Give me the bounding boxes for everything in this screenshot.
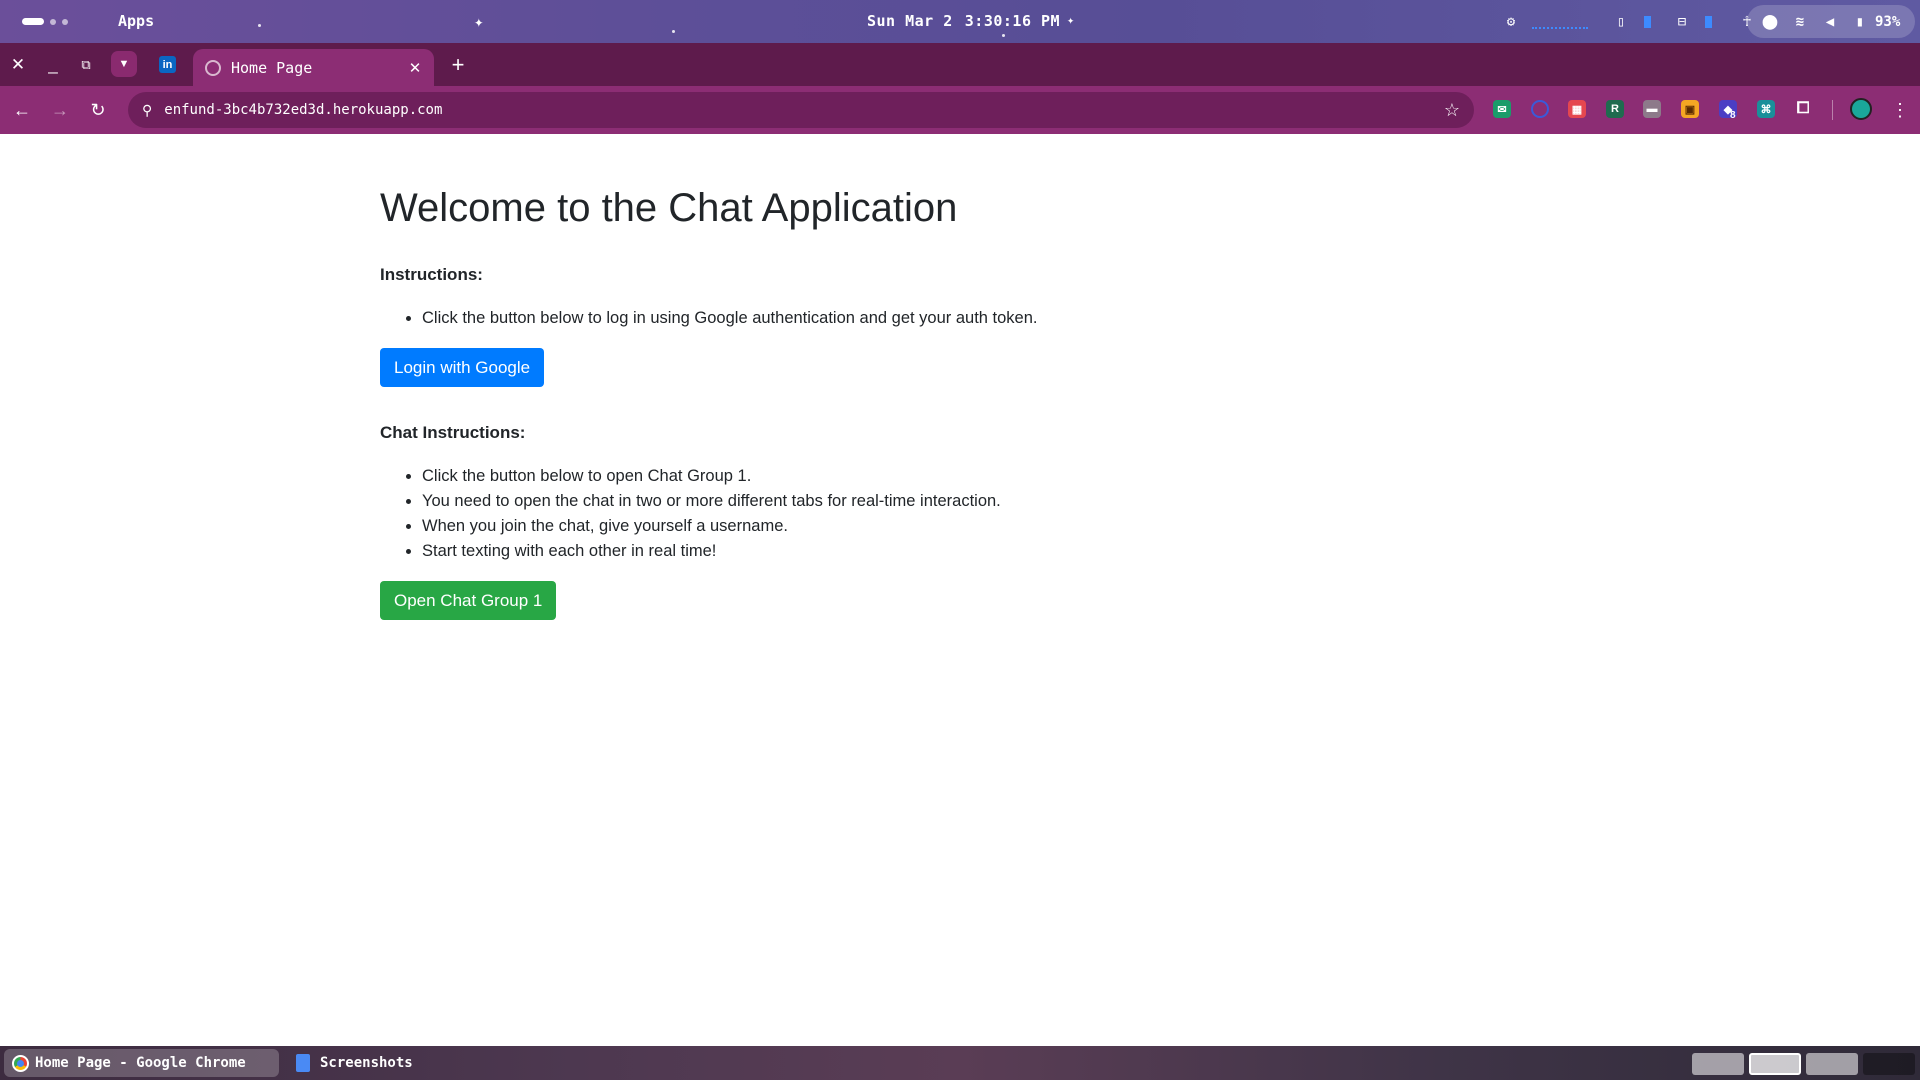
memory-bar <box>1644 16 1651 28</box>
desk-1[interactable] <box>1692 1053 1744 1075</box>
reload-icon[interactable]: ↻ <box>86 98 110 122</box>
address-bar[interactable]: ⚲ enfund-3bc4b732ed3d.herokuapp.com ☆ <box>128 92 1474 128</box>
list-item: Click the button below to log in using G… <box>422 306 1540 331</box>
cpu-icon[interactable]: ⚙ <box>1502 13 1520 31</box>
shelf-item-chrome[interactable]: Home Page - Google Chrome <box>4 1049 279 1077</box>
sparkle-icon: ✦ <box>1067 13 1075 27</box>
quick-settings[interactable]: ⬤ ≋ ◀ ▮ 93% <box>1747 5 1915 38</box>
workspace-dot[interactable] <box>62 18 68 25</box>
list-item: Start texting with each other in real ti… <box>422 539 1540 564</box>
url-text[interactable]: enfund-3bc4b732ed3d.herokuapp.com <box>164 102 1444 118</box>
workspace-dot-active[interactable] <box>22 18 44 25</box>
back-arrow-icon[interactable]: ← <box>10 98 34 122</box>
sparkle-icon: ✦ <box>474 12 484 31</box>
taskbar-shelf: Home Page - Google Chrome Screenshots <box>0 1046 1920 1080</box>
memory-icon[interactable]: ▯ <box>1612 13 1630 31</box>
clock-time: 3:30:16 PM <box>964 12 1061 30</box>
tab-title: Home Page <box>231 58 313 77</box>
extension-folder-icon[interactable]: ▬ <box>1643 100 1661 118</box>
desk-3[interactable] <box>1806 1053 1858 1075</box>
storage-bar <box>1705 16 1712 28</box>
tab-search-chevron-icon[interactable]: ▼ <box>111 51 137 77</box>
location-icon: ⬤ <box>1762 13 1778 30</box>
window-restore-icon[interactable]: ⧉ <box>74 53 98 77</box>
wallpaper-star <box>672 30 675 33</box>
shelf-item-label: Home Page - Google Chrome <box>35 1055 246 1071</box>
tab-close-icon[interactable]: ✕ <box>404 57 426 79</box>
page-title: Welcome to the Chat Application <box>380 186 958 230</box>
wifi-icon: ≋ <box>1795 13 1805 30</box>
battery-icon: ▮ <box>1855 13 1865 30</box>
list-item: Click the button below to open Chat Grou… <box>422 464 1540 489</box>
extension-lock-icon[interactable]: ▣ <box>1681 100 1699 118</box>
list-item: You need to open the chat in two or more… <box>422 489 1540 514</box>
volume-icon: ◀ <box>1825 13 1835 30</box>
window-close-icon[interactable]: ✕ <box>6 53 30 77</box>
extension-grid-icon[interactable]: ▦ <box>1568 100 1586 118</box>
chat-instructions-heading: Chat Instructions: <box>380 423 526 442</box>
globe-icon <box>205 59 221 76</box>
instructions-heading: Instructions: <box>380 265 483 284</box>
shelf-item-label: Screenshots <box>320 1055 413 1071</box>
tab-home-page[interactable]: Home Page ✕ <box>193 49 434 86</box>
extension-r-icon[interactable]: R <box>1606 100 1624 118</box>
forward-arrow-icon[interactable]: → <box>48 98 72 122</box>
bookmark-star-icon[interactable]: ☆ <box>1444 100 1460 121</box>
chat-instructions-list: Click the button below to open Chat Grou… <box>422 464 1540 564</box>
extension-translate-icon[interactable]: ⌘ <box>1757 100 1775 118</box>
extension-mail-icon[interactable]: ✉ <box>1493 100 1511 118</box>
cpu-graph <box>1532 27 1588 29</box>
open-chat-group-button[interactable]: Open Chat Group 1 <box>380 581 557 620</box>
new-tab-plus-icon[interactable]: + <box>446 52 470 77</box>
storage-icon[interactable]: ⊟ <box>1673 13 1691 31</box>
desk-4[interactable] <box>1863 1053 1915 1075</box>
site-info-icon[interactable]: ⚲ <box>142 102 152 119</box>
login-with-google-button[interactable]: Login with Google <box>380 348 545 387</box>
chrome-icon <box>12 1054 29 1072</box>
system-top-bar: ✦ ✦ Apps Sun Mar 2 3:30:16 PM ⚙ ▯ ⊟ ☥ ⬤ ≋… <box>0 0 1920 43</box>
clock[interactable]: Sun Mar 2 3:30:16 PM <box>867 12 1060 30</box>
toolbar-divider <box>1832 100 1833 120</box>
kebab-menu-icon[interactable]: ⋮ <box>1890 98 1910 122</box>
window-minimize-icon[interactable]: _ <box>41 53 65 77</box>
list-item: When you join the chat, give yourself a … <box>422 514 1540 539</box>
document-icon <box>296 1054 310 1072</box>
extension-badge-count: 8 <box>1730 110 1736 121</box>
extension-circle-icon[interactable] <box>1531 100 1549 118</box>
instructions-list: Click the button below to log in using G… <box>422 306 1540 331</box>
shelf-item-screenshots[interactable]: Screenshots <box>288 1049 528 1077</box>
wallpaper-star <box>258 24 261 27</box>
workspace-dot[interactable] <box>50 18 56 25</box>
page-content: Welcome to the Chat Application Instruct… <box>380 134 1540 620</box>
desk-2[interactable] <box>1749 1053 1801 1075</box>
browser-tab-strip: ✕ _ ⧉ ▼ in Home Page ✕ + <box>0 43 1920 86</box>
pinned-tab-linkedin[interactable]: in <box>159 56 176 73</box>
status-tray: ⚙ ▯ ⊟ ☥ <box>1502 8 1756 36</box>
browser-toolbar: ← → ↻ ⚲ enfund-3bc4b732ed3d.herokuapp.co… <box>0 86 1920 134</box>
wallpaper-star <box>1002 34 1005 37</box>
profile-avatar[interactable] <box>1850 98 1872 120</box>
workspace-indicator[interactable] <box>22 18 68 25</box>
apps-launcher[interactable]: Apps <box>118 12 154 30</box>
extensions-menu-icon[interactable]: ⧠ <box>1794 100 1812 118</box>
battery-percent: 93% <box>1875 13 1901 30</box>
clock-date: Sun Mar 2 <box>867 12 953 30</box>
